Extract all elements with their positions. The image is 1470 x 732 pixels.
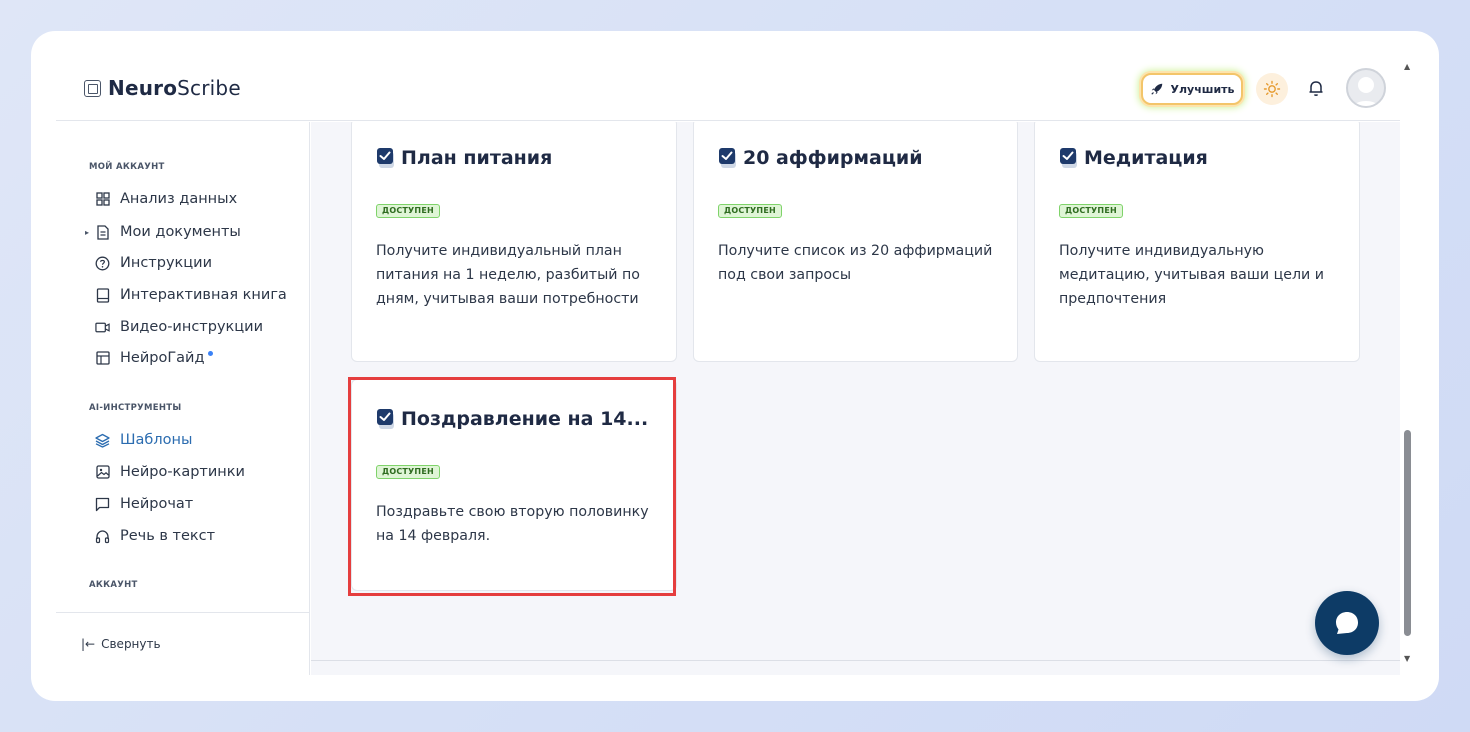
theme-toggle[interactable] [1256, 73, 1288, 105]
sun-icon [1263, 80, 1281, 98]
sidebar-item-label: Речь в текст [120, 528, 216, 544]
layers-icon [95, 433, 110, 448]
sidebar-item-label: Видео-инструкции [120, 319, 264, 335]
collapse-label: Свернуть [101, 637, 161, 651]
card-description: Получите список из 20 аффирмаций под сво… [718, 243, 993, 283]
sidebar-item-label: Нейро-картинки [120, 464, 245, 480]
chat-bubble-icon [1336, 612, 1358, 634]
status-badge: ДОСТУПЕН [718, 204, 782, 218]
user-icon [1352, 77, 1380, 106]
app-window: NeuroScribe Улучшить МОЙ АККАУНТ Анализ … [31, 31, 1439, 701]
sidebar-item-label: Интерактивная книга [120, 287, 287, 303]
sidebar-item-neuroguide[interactable]: НейроГайд [95, 346, 213, 370]
sidebar-item-instructions[interactable]: Инструкции [95, 251, 212, 275]
template-card[interactable]: Медитация ДОСТУПЕН Получите индивидуальн… [1034, 122, 1360, 362]
sidebar-item-data-analysis[interactable]: Анализ данных [95, 187, 237, 211]
card-title: План питания [376, 147, 552, 169]
sidebar-item-templates[interactable]: Шаблоны [95, 428, 192, 452]
chat-widget-button[interactable] [1315, 591, 1379, 655]
template-card[interactable]: План питания ДОСТУПЕН Получите индивидуа… [351, 122, 677, 362]
content-divider [311, 660, 1400, 661]
image-icon [95, 465, 110, 480]
chat-icon [95, 497, 110, 512]
question-icon [95, 256, 110, 271]
scrollbar-thumb[interactable] [1404, 430, 1411, 636]
sidebar-item-my-documents[interactable]: ▸ Мои документы [85, 220, 241, 244]
chevron-right-icon: ▸ [85, 227, 90, 237]
video-icon [95, 320, 110, 335]
scroll-down-arrow-icon[interactable]: ▼ [1404, 654, 1410, 663]
layout-icon [95, 351, 110, 366]
sidebar-item-neurochat[interactable]: Нейрочат [95, 492, 193, 516]
sidebar-item-label: Мои документы [120, 224, 241, 240]
highlight-box [348, 377, 676, 596]
logo[interactable]: NeuroScribe [84, 76, 241, 100]
sidebar-item-video-instructions[interactable]: Видео-инструкции [95, 315, 263, 339]
collapse-arrow-icon: |← [81, 637, 96, 651]
collapse-sidebar-button[interactable]: |← Свернуть [81, 637, 161, 651]
logo-icon [84, 79, 101, 97]
scroll-up-arrow-icon[interactable]: ▲ [1404, 62, 1410, 71]
card-title: 20 аффирмаций [718, 147, 923, 169]
card-description: Получите индивидуальный план питания на … [376, 243, 640, 307]
notifications-button[interactable] [1304, 76, 1328, 100]
sidebar-item-label: Нейрочат [120, 496, 194, 512]
section-title-ai-tools: AI-ИНСТРУМЕНТЫ [89, 403, 182, 413]
bell-icon [1309, 81, 1323, 96]
checkbox-icon [1059, 147, 1079, 169]
section-title-account: АККАУНТ [89, 580, 138, 590]
rocket-icon [1150, 83, 1162, 95]
card-description: Получите индивидуальную медитацию, учиты… [1059, 243, 1324, 307]
upgrade-button[interactable]: Улучшить [1141, 73, 1243, 105]
sidebar: МОЙ АККАУНТ Анализ данных ▸ Мои документ… [56, 122, 310, 675]
status-badge: ДОСТУПЕН [376, 204, 440, 218]
sidebar-item-interactive-book[interactable]: Интерактивная книга [95, 283, 287, 307]
checkbox-icon [376, 147, 396, 169]
top-header: NeuroScribe Улучшить [56, 31, 1400, 121]
sidebar-item-label: Шаблоны [120, 432, 193, 448]
new-indicator-dot [207, 351, 213, 356]
sidebar-item-label: НейроГайд [120, 350, 205, 366]
headphones-icon [95, 529, 110, 544]
status-badge: ДОСТУПЕН [1059, 204, 1123, 218]
grid-icon [95, 192, 110, 207]
template-card[interactable]: 20 аффирмаций ДОСТУПЕН Получите список и… [693, 122, 1018, 362]
book-icon [95, 287, 110, 303]
card-title: Медитация [1059, 147, 1208, 169]
sidebar-item-neuro-images[interactable]: Нейро-картинки [95, 460, 245, 484]
section-title-my-account: МОЙ АККАУНТ [89, 162, 165, 172]
upgrade-label: Улучшить [1170, 82, 1235, 96]
avatar[interactable] [1346, 68, 1386, 108]
sidebar-divider [56, 612, 309, 613]
logo-text: NeuroScribe [108, 76, 241, 100]
checkbox-icon [718, 147, 738, 169]
sidebar-item-label: Анализ данных [120, 191, 238, 207]
sidebar-item-label: Инструкции [120, 255, 213, 271]
document-icon [95, 224, 110, 240]
sidebar-item-speech-to-text[interactable]: Речь в текст [95, 524, 215, 548]
